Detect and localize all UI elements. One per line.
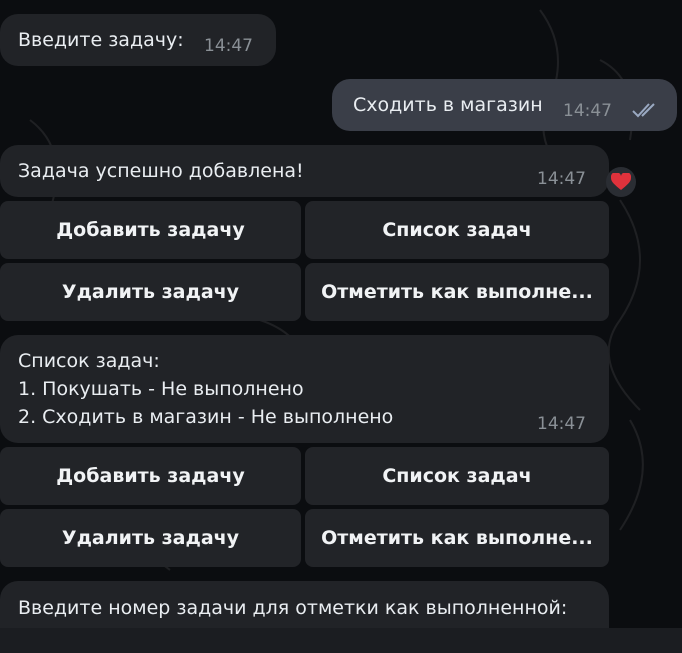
message-time: 14:47 [563, 101, 612, 121]
double-check-icon [632, 103, 655, 118]
message-text: Введите задачу: [18, 29, 184, 51]
message-text: Список задач: 1. Покушать - Не выполнено… [18, 350, 394, 428]
add-task-button[interactable]: Добавить задачу [0, 201, 301, 259]
task-list-button[interactable]: Список задач [305, 447, 609, 505]
add-task-button[interactable]: Добавить задачу [0, 447, 301, 505]
heart-icon [611, 173, 631, 190]
mark-done-button[interactable]: Отметить как выполне... [305, 509, 609, 567]
message-task-added: Задача успешно добавлена! 14:47 [0, 145, 609, 197]
message-time: 14:47 [537, 169, 586, 189]
reaction-heart[interactable] [606, 167, 636, 197]
message-text: Введите номер задачи для отметки как вып… [18, 597, 568, 619]
message-enter-task: Введите задачу: 14:47 [0, 14, 276, 66]
message-time: 14:47 [204, 36, 253, 56]
input-bar[interactable] [0, 628, 682, 653]
delete-task-button[interactable]: Удалить задачу [0, 509, 301, 567]
message-text: Задача успешно добавлена! [18, 160, 304, 182]
message-task-list: Список задач: 1. Покушать - Не выполнено… [0, 335, 609, 443]
task-list-button[interactable]: Список задач [305, 201, 609, 259]
mark-done-button[interactable]: Отметить как выполне... [305, 263, 609, 321]
message-time: 14:47 [537, 414, 586, 434]
message-text: Сходить в магазин [353, 94, 543, 116]
delete-task-button[interactable]: Удалить задачу [0, 263, 301, 321]
message-user-task: Сходить в магазин 14:47 [332, 79, 677, 131]
